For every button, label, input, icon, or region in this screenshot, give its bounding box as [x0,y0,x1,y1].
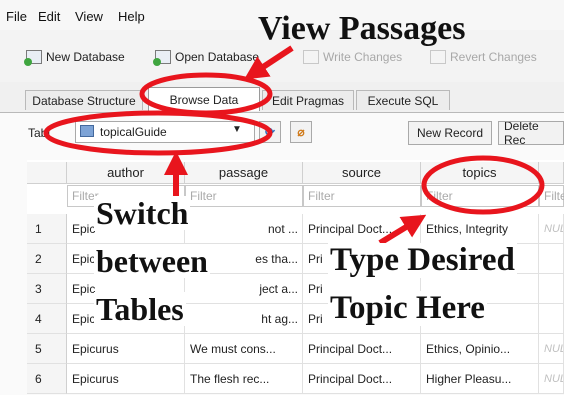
browse-data-highlight-circle [139,72,273,116]
view-passages-arrow [243,45,294,80]
annotation-overlay [43,45,545,246]
switch-annotation-line1: Switch [94,195,191,231]
topics-filter-highlight-circle [421,155,545,215]
type-topic-annotation-line1: Type Desired [328,242,517,278]
view-passages-annotation: View Passages [258,10,466,47]
type-topic-arrow [378,214,427,246]
type-topic-annotation-line2: Topic Here [328,290,487,326]
switch-annotation-line2: between [94,243,210,279]
switch-annotation-line3: Tables [94,291,186,327]
table-selector-highlight-circle [43,110,273,156]
